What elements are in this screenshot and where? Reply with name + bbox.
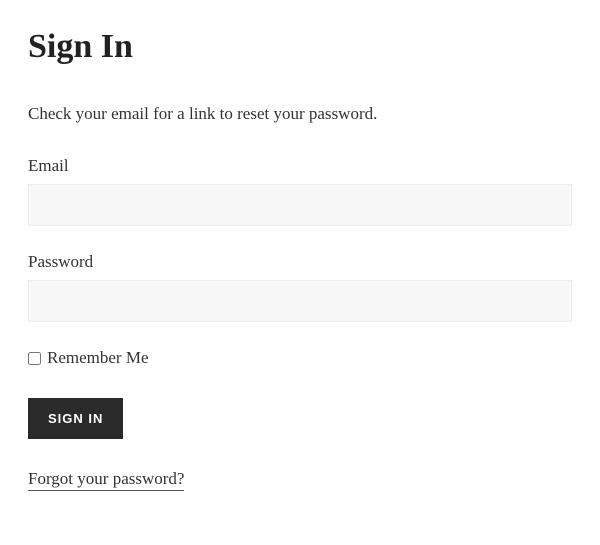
email-field[interactable]	[28, 184, 572, 226]
forgot-password-link[interactable]: Forgot your password?	[28, 469, 184, 491]
email-label: Email	[28, 156, 572, 176]
remember-label: Remember Me	[47, 348, 149, 368]
page-title: Sign In	[28, 28, 572, 66]
password-group: Password	[28, 252, 572, 322]
status-message: Check your email for a link to reset you…	[28, 104, 572, 124]
sign-in-button[interactable]: SIGN IN	[28, 398, 123, 439]
password-label: Password	[28, 252, 572, 272]
password-field[interactable]	[28, 280, 572, 322]
remember-row: Remember Me	[28, 348, 572, 368]
remember-checkbox[interactable]	[28, 352, 41, 365]
email-group: Email	[28, 156, 572, 226]
